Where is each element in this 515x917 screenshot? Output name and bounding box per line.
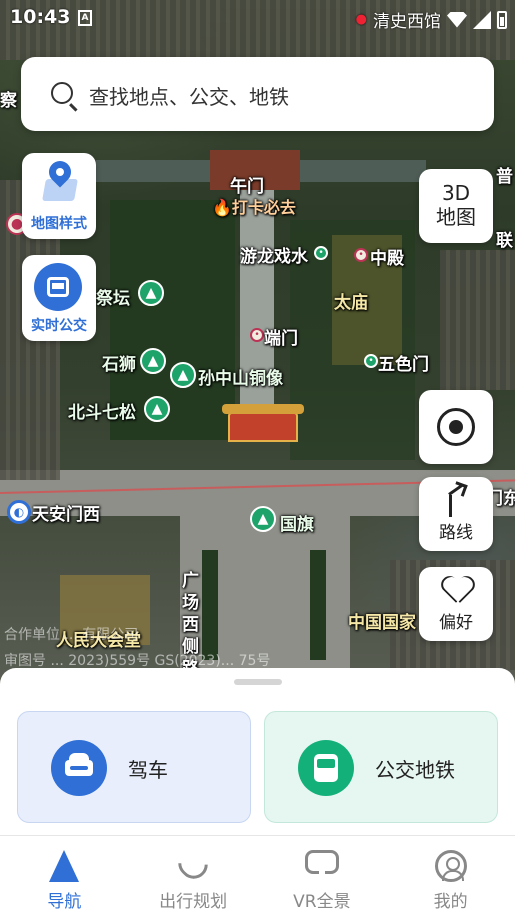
transit-mode-card[interactable]: 公交地铁	[264, 711, 498, 823]
realtime-bus-label: 实时公交	[31, 318, 87, 334]
heart-icon	[443, 577, 471, 603]
bottom-sheet[interactable]: 驾车 公交地铁	[0, 668, 515, 835]
bus-icon	[34, 263, 82, 311]
poi-partial-lian[interactable]: 联	[496, 226, 513, 251]
poi-jitan[interactable]: 祭坛	[96, 284, 130, 309]
notification-icon: A	[78, 10, 92, 26]
poi-museum[interactable]: 中国国家	[348, 608, 416, 633]
map-style-button[interactable]: 地图样式	[22, 153, 96, 239]
park-icon: ▲	[144, 396, 170, 422]
poi-taimiao[interactable]: 太庙	[334, 288, 368, 313]
park-icon: ▲	[138, 280, 164, 306]
map-texture	[202, 550, 218, 660]
status-bar: 10:43 A ● 清史西馆	[0, 0, 515, 36]
drive-label: 驾车	[128, 758, 168, 782]
poi-checkin-label: 打卡必去	[231, 198, 296, 217]
park-icon: ▲	[170, 362, 196, 388]
sheet-drag-handle[interactable]	[234, 679, 282, 685]
profile-icon	[434, 850, 467, 882]
trip-planning-icon	[172, 843, 214, 885]
tab-navigation[interactable]: 导航	[0, 836, 129, 917]
poi-zhongdian[interactable]: 中殿	[370, 244, 404, 269]
map-approval-number: 审图号 ... 2023)559号 GS(2023)... 75号	[4, 653, 271, 669]
route-label: 路线	[439, 523, 473, 543]
poi-pin-icon: •	[250, 328, 264, 342]
map-texture	[310, 550, 326, 660]
tab-vr-panorama[interactable]: VR全景	[258, 836, 387, 917]
tab-vr-panorama-label: VR全景	[293, 892, 351, 912]
search-icon	[51, 82, 73, 104]
park-icon: ▲	[140, 348, 166, 374]
signal-icon	[473, 10, 491, 29]
metro-icon: ◐	[7, 500, 31, 524]
navigation-arrow-icon	[49, 850, 80, 882]
map-3d-line1: 3D	[441, 181, 471, 205]
poi-pin-icon: •	[354, 248, 368, 262]
map-copyright: 合作单位 ... 有限公司	[4, 627, 139, 643]
poi-shishi[interactable]: 石狮	[102, 350, 136, 375]
status-location: 清史西馆	[373, 12, 441, 32]
poi-tiananmen-west[interactable]: 天安门西	[32, 500, 100, 525]
favorites-label: 偏好	[439, 613, 473, 633]
route-turn-icon	[445, 481, 469, 517]
poi-wuse[interactable]: 五色门	[378, 350, 429, 375]
map-texture	[440, 250, 515, 390]
map-style-label: 地图样式	[31, 216, 87, 232]
tab-bar: 导航 出行规划 VR全景 我的	[0, 835, 515, 917]
car-icon	[51, 740, 107, 796]
map-3d-line2: 地图	[436, 205, 476, 229]
poi-checkin[interactable]: 🔥打卡必去	[212, 194, 296, 218]
map-style-icon	[42, 156, 78, 201]
vr-headset-icon	[304, 850, 339, 874]
poi-guoqi[interactable]: 国旗	[280, 510, 314, 535]
battery-icon	[497, 10, 507, 29]
tab-trip-planning[interactable]: 出行规划	[129, 836, 258, 917]
search-placeholder: 查找地点、公交、地铁	[89, 85, 289, 109]
park-icon: ▲	[250, 506, 276, 532]
poi-zhongshan[interactable]: 孙中山铜像	[198, 364, 283, 389]
poi-youlong[interactable]: 游龙戏水	[240, 242, 308, 267]
transit-label: 公交地铁	[375, 758, 455, 782]
poi-partial-left[interactable]: 察	[0, 86, 17, 111]
map-3d-button[interactable]: 3D 地图	[419, 169, 493, 243]
favorites-button[interactable]: 偏好	[419, 567, 493, 641]
route-button[interactable]: 路线	[419, 477, 493, 551]
drive-mode-card[interactable]: 驾车	[17, 711, 251, 823]
poi-pin-icon: •	[364, 354, 378, 368]
tab-navigation-label: 导航	[47, 892, 82, 912]
location-pin-icon: ●	[355, 12, 367, 27]
poi-pin-icon: •	[314, 246, 328, 260]
locate-icon	[437, 408, 475, 446]
tab-trip-planning-label: 出行规划	[159, 892, 228, 912]
tiananmen-gate-marker[interactable]	[222, 404, 304, 442]
tab-me-label: 我的	[433, 892, 468, 912]
poi-beidou[interactable]: 北斗七松	[68, 398, 136, 423]
search-bar[interactable]: 查找地点、公交、地铁	[21, 57, 494, 131]
poi-partial-right[interactable]: 普	[496, 162, 513, 187]
transit-bus-icon	[298, 740, 354, 796]
status-right: ● 清史西馆	[356, 7, 507, 32]
tab-me[interactable]: 我的	[386, 836, 515, 917]
realtime-bus-button[interactable]: 实时公交	[22, 255, 96, 341]
status-time: 10:43	[10, 6, 71, 28]
locate-button[interactable]	[419, 390, 493, 464]
poi-duanmen[interactable]: 端门	[264, 324, 298, 349]
wifi-icon	[447, 11, 467, 28]
